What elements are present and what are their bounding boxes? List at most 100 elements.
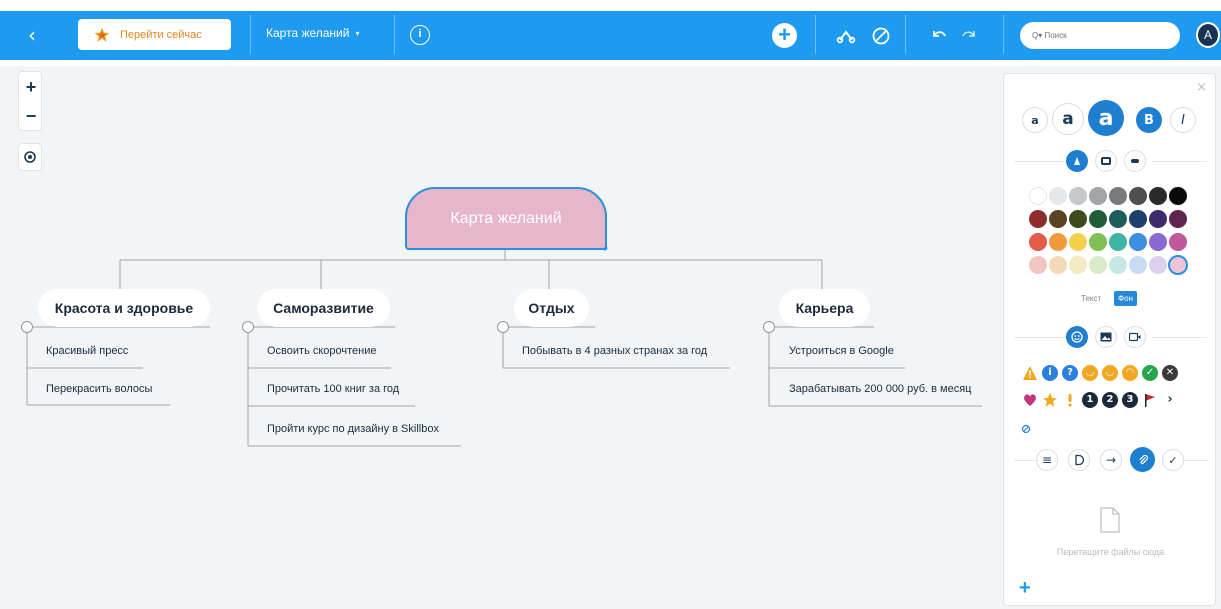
leaf-node[interactable]: Зарабатывать 200 000 руб. в месяц (789, 383, 971, 395)
color-swatch[interactable] (1069, 210, 1087, 228)
sad-icon[interactable]: ◠ (1122, 365, 1138, 381)
exclamation-icon[interactable] (1062, 392, 1078, 408)
video-icon[interactable] (1124, 326, 1146, 348)
divider (1184, 460, 1209, 461)
leaf-node[interactable]: Пройти курс по дизайну в Skillbox (267, 423, 439, 435)
info-badge-icon[interactable]: i (1042, 365, 1058, 381)
leaf-node[interactable]: Освоить скорочтение (267, 345, 377, 357)
central-node[interactable]: Карта желаний (405, 187, 607, 250)
priority-1-icon[interactable]: 1 (1082, 392, 1098, 408)
branch-label: Красота и здоровье (54, 300, 194, 316)
add-attachment-button[interactable]: + (1019, 577, 1031, 600)
paint-brush-icon[interactable] (1066, 150, 1088, 172)
branch-node-rest[interactable]: Отдых (514, 289, 589, 327)
attachment-icon[interactable] (1130, 447, 1155, 472)
divider (1014, 337, 1069, 338)
chevron-right-icon[interactable]: › (1162, 392, 1178, 408)
font-size-medium-button[interactable]: a (1052, 103, 1084, 135)
collapse-handle[interactable] (497, 321, 509, 333)
leaf-node[interactable]: Прочитать 100 книг за год (267, 383, 399, 395)
arrow-right-icon[interactable]: → (1100, 449, 1122, 471)
color-swatch[interactable] (1089, 233, 1107, 251)
color-swatch[interactable] (1109, 210, 1127, 228)
star-icon[interactable] (1042, 392, 1058, 408)
color-swatch[interactable] (1089, 187, 1107, 205)
collapse-handle[interactable] (21, 321, 33, 333)
divider (1014, 161, 1069, 162)
color-swatch[interactable] (1029, 233, 1047, 251)
color-swatch[interactable] (1029, 187, 1047, 205)
color-swatch[interactable] (1069, 233, 1087, 251)
leaf-node[interactable]: Устроиться в Google (789, 345, 894, 357)
flag-icon[interactable] (1142, 392, 1158, 408)
color-swatch[interactable] (1149, 233, 1167, 251)
check-icon[interactable]: ✓ (1142, 365, 1158, 381)
color-swatch[interactable] (1049, 256, 1067, 274)
italic-button[interactable]: I (1170, 107, 1196, 133)
collapse-handle[interactable] (763, 321, 775, 333)
emoji-tab-icon[interactable] (1066, 326, 1088, 348)
divider (1003, 15, 1004, 54)
background-color-tab[interactable]: Фон (1114, 291, 1137, 306)
heart-icon[interactable] (1022, 392, 1038, 408)
branch-node-selfdev[interactable]: Саморазвитие (257, 289, 390, 327)
color-swatch[interactable] (1149, 210, 1167, 228)
grin-icon[interactable]: ◡ (1102, 365, 1118, 381)
drop-files-hint: Перетащите файлы сюда (1056, 547, 1165, 557)
collapse-handle[interactable] (242, 321, 254, 333)
branch-node-beauty[interactable]: Красота и здоровье (38, 289, 210, 327)
color-swatch[interactable] (1109, 187, 1127, 205)
color-swatch[interactable] (1049, 210, 1067, 228)
leaf-node[interactable]: Красивый пресс (46, 345, 128, 357)
color-swatch[interactable] (1069, 187, 1087, 205)
bold-button[interactable]: B (1136, 107, 1162, 133)
close-icon[interactable]: × (1196, 80, 1207, 95)
text-color-tab[interactable]: Текст (1081, 294, 1101, 303)
font-size-small-button[interactable]: a (1022, 107, 1048, 133)
color-swatch[interactable] (1089, 256, 1107, 274)
color-swatch[interactable] (1129, 187, 1147, 205)
branch-label: Саморазвитие (273, 300, 374, 316)
color-swatch[interactable] (1129, 233, 1147, 251)
notes-icon[interactable]: ≡ (1036, 449, 1058, 471)
divider (1152, 337, 1207, 338)
color-swatch[interactable] (1049, 233, 1067, 251)
color-swatch[interactable] (1149, 256, 1167, 274)
color-swatch[interactable] (1109, 233, 1127, 251)
cross-icon[interactable]: ✕ (1162, 365, 1178, 381)
color-swatch[interactable] (1129, 256, 1147, 274)
color-swatch[interactable] (1069, 256, 1087, 274)
question-icon[interactable]: ? (1062, 365, 1078, 381)
color-swatch[interactable] (1129, 210, 1147, 228)
color-swatch[interactable] (1169, 233, 1187, 251)
color-swatch-selected[interactable] (1168, 255, 1188, 275)
color-swatch[interactable] (1169, 210, 1187, 228)
task-check-icon[interactable]: ✓ (1162, 449, 1184, 471)
eraser-icon[interactable] (1021, 424, 1031, 434)
color-swatch[interactable] (1049, 187, 1067, 205)
color-swatch[interactable] (1029, 210, 1047, 228)
boundary-icon[interactable] (1068, 449, 1090, 471)
divider (1152, 161, 1207, 162)
branch-label: Карьера (795, 300, 854, 316)
search-input[interactable] (1020, 22, 1180, 49)
line-style-icon[interactable] (1124, 150, 1146, 172)
smile-icon[interactable]: ◡ (1082, 365, 1098, 381)
avatar[interactable]: A (1196, 22, 1220, 48)
leaf-node[interactable]: Перекрасить волосы (46, 383, 152, 395)
color-swatch[interactable] (1109, 256, 1127, 274)
font-size-large-button[interactable]: a (1088, 100, 1124, 136)
format-panel: × a a a B I Текст Фон i ? ◡ ◡ ◠ ✓ ✕ 1 2 … (1003, 73, 1216, 606)
branch-node-career[interactable]: Карьера (779, 289, 870, 327)
color-swatch[interactable] (1149, 187, 1167, 205)
color-swatch[interactable] (1029, 256, 1047, 274)
color-swatch[interactable] (1089, 210, 1107, 228)
priority-2-icon[interactable]: 2 (1102, 392, 1118, 408)
color-swatch[interactable] (1169, 187, 1187, 205)
leaf-node[interactable]: Побывать в 4 разных странах за год (522, 345, 707, 357)
image-icon[interactable] (1095, 326, 1117, 348)
shape-style-icon[interactable] (1095, 150, 1117, 172)
priority-3-icon[interactable]: 3 (1122, 392, 1138, 408)
file-icon (1100, 507, 1120, 533)
warning-icon[interactable] (1022, 365, 1038, 381)
